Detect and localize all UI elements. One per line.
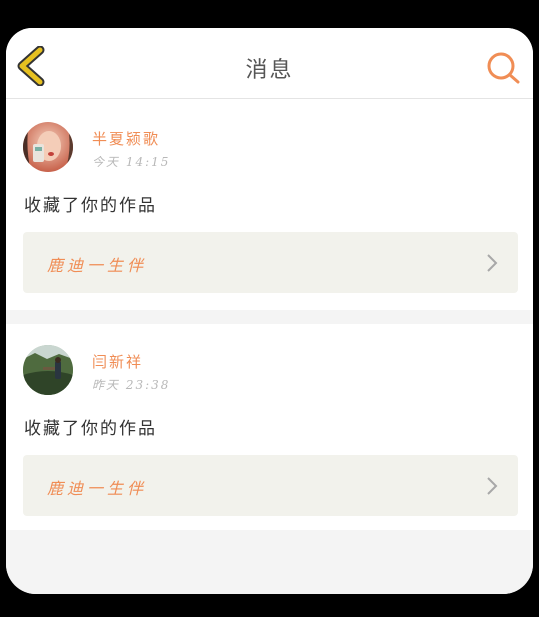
timestamp: 昨天 23:38 [92, 378, 171, 392]
username[interactable]: 闫新祥 [92, 351, 143, 372]
avatar[interactable] [23, 122, 73, 172]
top-bar: 消息 [6, 28, 533, 99]
work-title: 鹿迪一生伴 [47, 256, 148, 275]
search-icon [487, 52, 520, 84]
user-avatar-photo [23, 345, 73, 395]
message-card: 闫新祥 昨天 23:38 收藏了你的作品 鹿迪一生伴 [6, 324, 533, 530]
message-text: 收藏了你的作品 [24, 419, 157, 439]
chevron-right-icon [487, 477, 498, 495]
user-avatar-photo [23, 122, 73, 172]
work-title: 鹿迪一生伴 [47, 479, 148, 498]
avatar[interactable] [23, 345, 73, 395]
chevron-right-icon [487, 254, 498, 272]
message-card: 半夏颍歌 今天 14:15 收藏了你的作品 鹿迪一生伴 [6, 99, 533, 310]
work-link[interactable]: 鹿迪一生伴 [23, 455, 518, 516]
username[interactable]: 半夏颍歌 [92, 128, 160, 149]
message-list: 半夏颍歌 今天 14:15 收藏了你的作品 鹿迪一生伴 闫新祥 昨天 23:38… [6, 99, 533, 594]
page-title: 消息 [245, 58, 294, 83]
work-link[interactable]: 鹿迪一生伴 [23, 232, 518, 293]
message-text: 收藏了你的作品 [24, 196, 157, 216]
app-screen: 消息 半夏颍歌 今天 14:15 收藏了你的作品 鹿迪一生伴 闫新祥 昨天 23… [6, 28, 533, 594]
timestamp: 今天 14:15 [92, 155, 171, 169]
search-button[interactable] [484, 50, 524, 84]
